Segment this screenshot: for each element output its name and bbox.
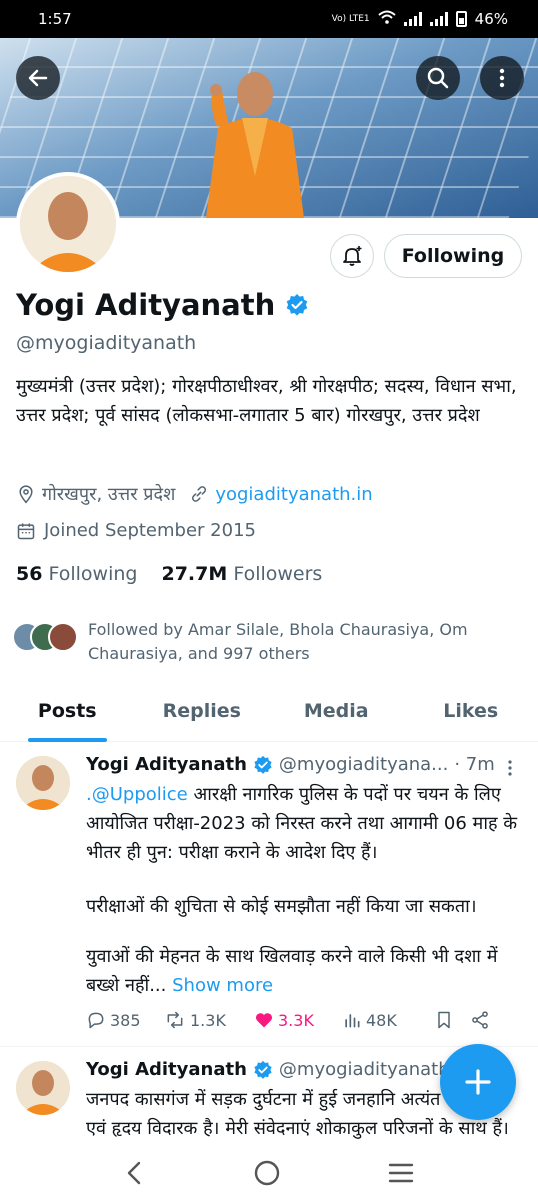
battery-percent: 46% xyxy=(474,10,508,28)
reply-count: 385 xyxy=(110,1010,141,1030)
post-header: Yogi Adityanath @myogiadityana... · 7m xyxy=(86,754,495,775)
home-nav-icon[interactable] xyxy=(253,1159,281,1187)
profile-stats: 56 Following 27.7M Followers xyxy=(16,563,322,585)
followers-count: 27.7M xyxy=(161,563,228,585)
more-vertical-icon xyxy=(499,68,505,88)
notifications-button[interactable] xyxy=(330,234,374,278)
view-count: 48K xyxy=(366,1010,397,1030)
tab-replies[interactable]: Replies xyxy=(135,690,270,741)
share-button[interactable] xyxy=(470,1010,490,1030)
followed-by-avatars xyxy=(12,618,78,652)
calendar-icon xyxy=(17,523,35,539)
bookmark-button[interactable] xyxy=(434,1010,470,1030)
verified-badge-icon xyxy=(254,755,272,774)
more-button[interactable] xyxy=(480,56,524,100)
profile-name: Yogi Adityanath xyxy=(16,288,276,322)
banner-figure xyxy=(206,72,304,218)
search-icon xyxy=(427,67,449,89)
avatar-image xyxy=(16,1061,70,1115)
post-avatar[interactable] xyxy=(16,1061,70,1115)
followers-stat[interactable]: 27.7M Followers xyxy=(161,563,322,585)
views-icon xyxy=(345,1014,360,1028)
heart-filled-icon xyxy=(255,1013,273,1028)
profile-meta-row: गोरखपुर, उत्तर प्रदेश yogiadityanath.in xyxy=(16,482,373,506)
post-text-paragraph: परीक्षाओं की शुचिता से कोई समझौता नहीं क… xyxy=(86,896,477,917)
avatar-image xyxy=(16,756,70,810)
profile-joined-row: Joined September 2015 xyxy=(16,520,256,541)
bell-plus-icon xyxy=(343,246,362,266)
back-button[interactable] xyxy=(16,56,60,100)
battery-icon xyxy=(455,11,467,27)
profile-joined: Joined September 2015 xyxy=(44,520,256,541)
tab-posts[interactable]: Posts xyxy=(0,690,135,742)
like-button[interactable]: 3.3K xyxy=(254,1010,342,1030)
bookmark-icon xyxy=(438,1011,450,1029)
profile-location: गोरखपुर, उत्तर प्रदेश xyxy=(42,484,176,505)
reply-icon xyxy=(88,1012,104,1029)
status-icons: Vo) LTE1 46% xyxy=(332,10,508,28)
reply-button[interactable]: 385 xyxy=(86,1010,164,1030)
like-count: 3.3K xyxy=(278,1010,314,1030)
post-more-icon[interactable] xyxy=(502,758,518,778)
back-nav-icon[interactable] xyxy=(123,1160,147,1186)
profile-website-link[interactable]: yogiadityanath.in xyxy=(215,484,372,505)
post-avatar[interactable] xyxy=(16,756,70,810)
post-author-handle: @myogiadityana... xyxy=(278,754,449,775)
profile-tabs: Posts Replies Media Likes xyxy=(0,690,538,742)
plus-icon xyxy=(465,1069,491,1095)
repost-icon xyxy=(167,1011,183,1029)
network-label: Vo) LTE1 xyxy=(331,13,370,24)
post-time: · 7m xyxy=(454,754,495,775)
profile-name-row: Yogi Adityanath xyxy=(16,288,309,322)
verified-badge-icon xyxy=(286,294,308,316)
compose-button[interactable] xyxy=(440,1044,516,1120)
system-nav-bar xyxy=(0,1145,538,1200)
signal-icon xyxy=(403,12,422,26)
following-stat[interactable]: 56 Following xyxy=(16,563,137,585)
mini-avatar xyxy=(48,622,78,652)
verified-badge-icon xyxy=(254,1060,272,1079)
status-bar: 1:57 Vo) LTE1 46% xyxy=(0,0,538,38)
recents-nav-icon[interactable] xyxy=(387,1161,415,1185)
link-icon xyxy=(192,486,207,502)
post-text: .@Uppolice आरक्षी नागरिक पुलिस के पदों प… xyxy=(86,780,522,867)
followed-by-row[interactable]: Followed by Amar Silale, Bhola Chaurasiy… xyxy=(12,618,508,666)
post-text-paragraph: युवाओं की मेहनत के साथ खिलवाड़ करने वाले… xyxy=(86,942,522,1000)
post-text-part: युवाओं की मेहनत के साथ खिलवाड़ करने वाले… xyxy=(86,946,498,996)
following-label: Following xyxy=(48,563,138,585)
location-icon xyxy=(19,485,33,504)
arrow-left-icon xyxy=(28,69,48,87)
followed-by-text: Followed by Amar Silale, Bhola Chaurasiy… xyxy=(88,620,468,663)
profile-bio: मुख्यमंत्री (उत्तर प्रदेश); गोरक्षपीठाधी… xyxy=(16,376,517,426)
signal-icon-2 xyxy=(429,12,448,26)
tab-media[interactable]: Media xyxy=(269,690,404,741)
post-actions: 385 1.3K 3.3K 48K xyxy=(86,1010,522,1030)
wifi-icon xyxy=(377,10,396,28)
views-button[interactable]: 48K xyxy=(342,1010,434,1030)
post-item[interactable]: Yogi Adityanath @myogiadityana... · 7m .… xyxy=(0,742,538,1046)
repost-button[interactable]: 1.3K xyxy=(164,1010,254,1030)
following-count: 56 xyxy=(16,563,43,585)
following-button[interactable]: Following xyxy=(384,234,522,278)
post-author-name[interactable]: Yogi Adityanath xyxy=(86,754,247,775)
show-more-link[interactable]: Show more xyxy=(172,975,273,996)
post-author-handle: @myogiadityanath xyxy=(278,1059,450,1080)
repost-count: 1.3K xyxy=(190,1010,226,1030)
post-author-name[interactable]: Yogi Adityanath xyxy=(86,1059,247,1080)
status-time: 1:57 xyxy=(38,10,72,28)
tab-likes[interactable]: Likes xyxy=(404,690,538,741)
avatar-image xyxy=(20,176,116,272)
post-header: Yogi Adityanath @myogiadityanath xyxy=(86,1059,450,1080)
share-icon xyxy=(472,1011,488,1029)
post-mention-link[interactable]: .@Uppolice xyxy=(86,784,188,805)
search-button[interactable] xyxy=(416,56,460,100)
followers-label: Followers xyxy=(233,563,323,585)
profile-avatar[interactable] xyxy=(16,172,120,276)
profile-handle: @myogiadityanath xyxy=(16,332,197,354)
